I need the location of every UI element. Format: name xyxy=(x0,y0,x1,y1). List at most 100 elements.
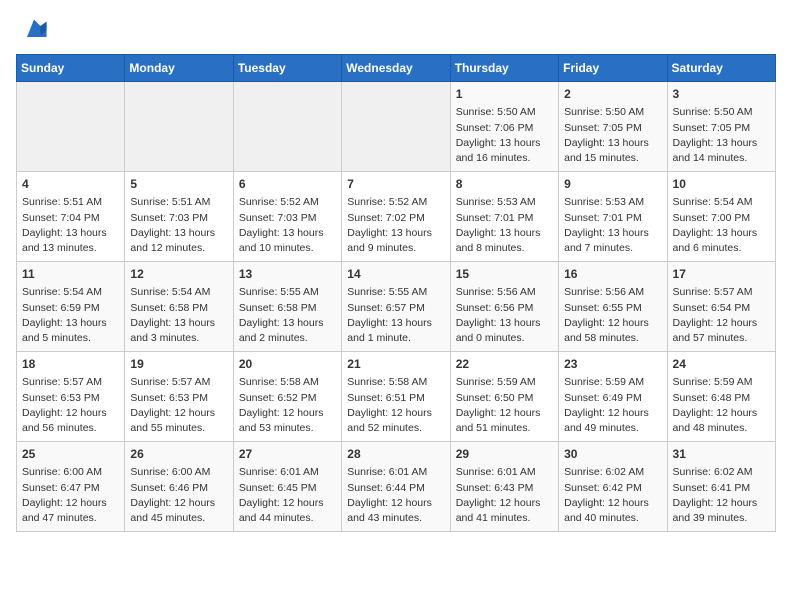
day-info: Sunrise: 5:51 AM Sunset: 7:03 PM Dayligh… xyxy=(130,195,227,256)
calendar-cell: 7 Sunrise: 5:52 AM Sunset: 7:02 PM Daylig… xyxy=(342,172,450,262)
day-number: 7 xyxy=(347,176,444,193)
day-info: Sunrise: 5:57 AM Sunset: 6:53 PM Dayligh… xyxy=(130,375,227,436)
day-info: Sunrise: 6:00 AM Sunset: 6:47 PM Dayligh… xyxy=(22,465,119,526)
day-info: Sunrise: 6:02 AM Sunset: 6:42 PM Dayligh… xyxy=(564,465,661,526)
day-number: 17 xyxy=(673,266,770,283)
calendar-cell: 27 Sunrise: 6:01 AM Sunset: 6:45 PM Dayli… xyxy=(233,442,341,532)
calendar-cell: 9 Sunrise: 5:53 AM Sunset: 7:01 PM Daylig… xyxy=(559,172,667,262)
day-info: Sunrise: 5:59 AM Sunset: 6:48 PM Dayligh… xyxy=(673,375,770,436)
calendar-cell: 19Sunrise: 5:57 AM Sunset: 6:53 PM Dayli… xyxy=(125,352,233,442)
day-number: 28 xyxy=(347,446,444,463)
day-info: Sunrise: 5:59 AM Sunset: 6:50 PM Dayligh… xyxy=(456,375,553,436)
day-number: 27 xyxy=(239,446,336,463)
header-saturday: Saturday xyxy=(667,55,775,82)
calendar-cell xyxy=(17,82,125,172)
day-number: 3 xyxy=(673,86,770,103)
day-info: Sunrise: 5:54 AM Sunset: 7:00 PM Dayligh… xyxy=(673,195,770,256)
day-info: Sunrise: 5:56 AM Sunset: 6:55 PM Dayligh… xyxy=(564,285,661,346)
day-info: Sunrise: 6:02 AM Sunset: 6:41 PM Dayligh… xyxy=(673,465,770,526)
calendar-cell: 6 Sunrise: 5:52 AM Sunset: 7:03 PM Daylig… xyxy=(233,172,341,262)
day-info: Sunrise: 5:57 AM Sunset: 6:54 PM Dayligh… xyxy=(673,285,770,346)
day-info: Sunrise: 5:50 AM Sunset: 7:05 PM Dayligh… xyxy=(673,105,770,166)
calendar-header-row: SundayMondayTuesdayWednesdayThursdayFrid… xyxy=(17,55,776,82)
header-monday: Monday xyxy=(125,55,233,82)
day-number: 31 xyxy=(673,446,770,463)
calendar-cell: 22Sunrise: 5:59 AM Sunset: 6:50 PM Dayli… xyxy=(450,352,558,442)
day-number: 14 xyxy=(347,266,444,283)
day-number: 20 xyxy=(239,356,336,373)
day-info: Sunrise: 5:57 AM Sunset: 6:53 PM Dayligh… xyxy=(22,375,119,436)
day-number: 30 xyxy=(564,446,661,463)
day-info: Sunrise: 6:01 AM Sunset: 6:45 PM Dayligh… xyxy=(239,465,336,526)
calendar-week-row: 18 Sunrise: 5:57 AM Sunset: 6:53 PM Dayli… xyxy=(17,352,776,442)
page-header xyxy=(16,16,776,44)
calendar-cell xyxy=(342,82,450,172)
day-info: Sunrise: 5:51 AM Sunset: 7:04 PM Dayligh… xyxy=(22,195,119,256)
calendar-cell xyxy=(125,82,233,172)
calendar-week-row: 25 Sunrise: 6:00 AM Sunset: 6:47 PM Dayli… xyxy=(17,442,776,532)
day-info: Sunrise: 5:55 AM Sunset: 6:58 PM Dayligh… xyxy=(239,285,336,346)
header-sunday: Sunday xyxy=(17,55,125,82)
day-info: Sunrise: 5:54 AM Sunset: 6:59 PM Dayligh… xyxy=(22,285,119,346)
calendar-cell: 18 Sunrise: 5:57 AM Sunset: 6:53 PM Dayli… xyxy=(17,352,125,442)
day-info: Sunrise: 5:53 AM Sunset: 7:01 PM Dayligh… xyxy=(564,195,661,256)
calendar-cell xyxy=(233,82,341,172)
calendar-cell: 3 Sunrise: 5:50 AM Sunset: 7:05 PM Daylig… xyxy=(667,82,775,172)
calendar-cell: 14 Sunrise: 5:55 AM Sunset: 6:57 PM Dayli… xyxy=(342,262,450,352)
calendar-cell: 24 Sunrise: 5:59 AM Sunset: 6:48 PM Dayli… xyxy=(667,352,775,442)
header-wednesday: Wednesday xyxy=(342,55,450,82)
day-number: 23 xyxy=(564,356,661,373)
calendar-cell: 10 Sunrise: 5:54 AM Sunset: 7:00 PM Dayli… xyxy=(667,172,775,262)
calendar-cell: 12 Sunrise: 5:54 AM Sunset: 6:58 PM Dayli… xyxy=(125,262,233,352)
day-info: Sunrise: 5:54 AM Sunset: 6:58 PM Dayligh… xyxy=(130,285,227,346)
calendar-cell: 26 Sunrise: 6:00 AM Sunset: 6:46 PM Dayli… xyxy=(125,442,233,532)
day-info: Sunrise: 5:59 AM Sunset: 6:49 PM Dayligh… xyxy=(564,375,661,436)
day-number: 9 xyxy=(564,176,661,193)
calendar-week-row: 4 Sunrise: 5:51 AM Sunset: 7:04 PM Daylig… xyxy=(17,172,776,262)
calendar-cell: 20 Sunrise: 5:58 AM Sunset: 6:52 PM Dayli… xyxy=(233,352,341,442)
day-number: 11 xyxy=(22,266,119,283)
day-info: Sunrise: 5:58 AM Sunset: 6:52 PM Dayligh… xyxy=(239,375,336,436)
day-info: Sunrise: 5:53 AM Sunset: 7:01 PM Dayligh… xyxy=(456,195,553,256)
day-number: 24 xyxy=(673,356,770,373)
day-number: 25 xyxy=(22,446,119,463)
logo-icon xyxy=(20,16,48,44)
calendar-cell: 25 Sunrise: 6:00 AM Sunset: 6:47 PM Dayli… xyxy=(17,442,125,532)
day-number: 29 xyxy=(456,446,553,463)
day-info: Sunrise: 5:55 AM Sunset: 6:57 PM Dayligh… xyxy=(347,285,444,346)
day-number: 1 xyxy=(456,86,553,103)
calendar-cell: 15 Sunrise: 5:56 AM Sunset: 6:56 PM Dayli… xyxy=(450,262,558,352)
calendar-table: SundayMondayTuesdayWednesdayThursdayFrid… xyxy=(16,54,776,532)
calendar-cell: 11 Sunrise: 5:54 AM Sunset: 6:59 PM Dayli… xyxy=(17,262,125,352)
calendar-cell: 5 Sunrise: 5:51 AM Sunset: 7:03 PM Daylig… xyxy=(125,172,233,262)
header-tuesday: Tuesday xyxy=(233,55,341,82)
day-info: Sunrise: 5:56 AM Sunset: 6:56 PM Dayligh… xyxy=(456,285,553,346)
calendar-cell: 28Sunrise: 6:01 AM Sunset: 6:44 PM Dayli… xyxy=(342,442,450,532)
day-info: Sunrise: 5:52 AM Sunset: 7:02 PM Dayligh… xyxy=(347,195,444,256)
day-number: 15 xyxy=(456,266,553,283)
calendar-cell: 13 Sunrise: 5:55 AM Sunset: 6:58 PM Dayli… xyxy=(233,262,341,352)
calendar-cell: 1 Sunrise: 5:50 AM Sunset: 7:06 PM Daylig… xyxy=(450,82,558,172)
calendar-cell: 16Sunrise: 5:56 AM Sunset: 6:55 PM Dayli… xyxy=(559,262,667,352)
day-number: 13 xyxy=(239,266,336,283)
day-info: Sunrise: 5:52 AM Sunset: 7:03 PM Dayligh… xyxy=(239,195,336,256)
header-thursday: Thursday xyxy=(450,55,558,82)
day-number: 5 xyxy=(130,176,227,193)
logo xyxy=(16,16,48,44)
calendar-cell: 4 Sunrise: 5:51 AM Sunset: 7:04 PM Daylig… xyxy=(17,172,125,262)
calendar-cell: 31 Sunrise: 6:02 AM Sunset: 6:41 PM Dayli… xyxy=(667,442,775,532)
day-info: Sunrise: 6:00 AM Sunset: 6:46 PM Dayligh… xyxy=(130,465,227,526)
calendar-cell: 29Sunrise: 6:01 AM Sunset: 6:43 PM Dayli… xyxy=(450,442,558,532)
day-number: 6 xyxy=(239,176,336,193)
calendar-cell: 2Sunrise: 5:50 AM Sunset: 7:05 PM Daylig… xyxy=(559,82,667,172)
calendar-week-row: 1 Sunrise: 5:50 AM Sunset: 7:06 PM Daylig… xyxy=(17,82,776,172)
day-info: Sunrise: 5:50 AM Sunset: 7:06 PM Dayligh… xyxy=(456,105,553,166)
day-number: 10 xyxy=(673,176,770,193)
calendar-cell: 23 Sunrise: 5:59 AM Sunset: 6:49 PM Dayli… xyxy=(559,352,667,442)
calendar-cell: 30 Sunrise: 6:02 AM Sunset: 6:42 PM Dayli… xyxy=(559,442,667,532)
day-info: Sunrise: 5:58 AM Sunset: 6:51 PM Dayligh… xyxy=(347,375,444,436)
day-number: 26 xyxy=(130,446,227,463)
day-number: 18 xyxy=(22,356,119,373)
day-number: 12 xyxy=(130,266,227,283)
day-number: 4 xyxy=(22,176,119,193)
